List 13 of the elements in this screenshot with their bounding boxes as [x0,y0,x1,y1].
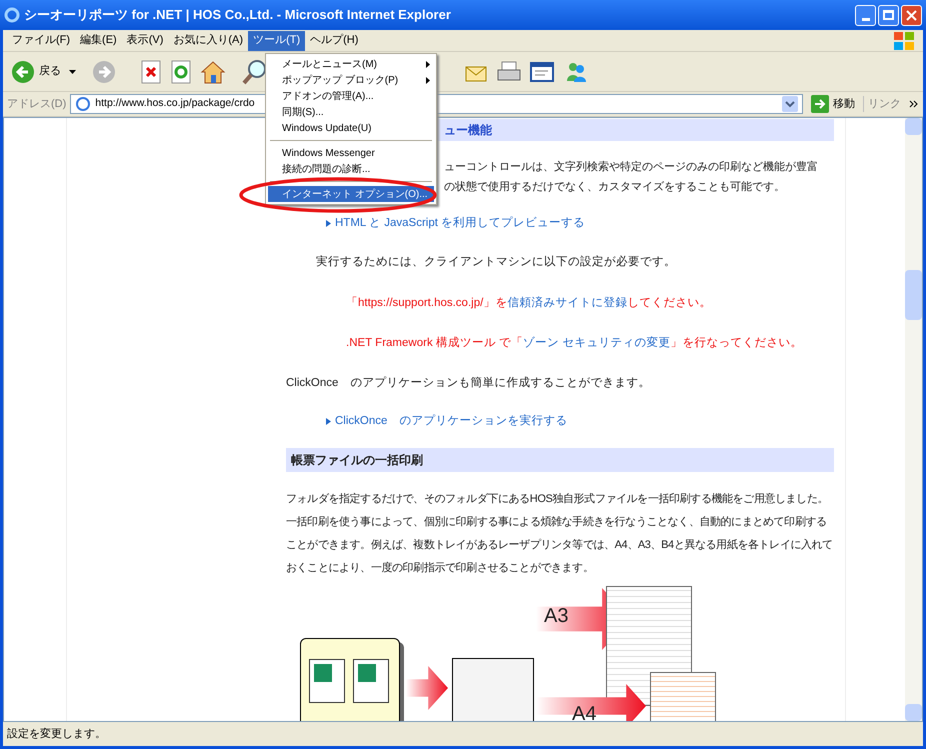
body-text: の状態で使用するだけでなく、カスタマイズをすることも可能です。 [444,180,786,195]
body-text: ClickOnce のアプリケーションも簡単に作成することができます。 [286,375,650,391]
body-text: ューコントロールは、文字列検索や特定のページのみの印刷など機能が豊富 [444,160,818,175]
address-label: アドレス(D) [7,96,66,112]
paper-size-label: A3 [544,606,568,626]
window-title: シーオーリポーツ for .NET | HOS Co.,Ltd. - Microsoft Internet Explorer [24,6,452,24]
body-text: 実行するためには、クライアントマシンに以下の設定が必要です。 [316,254,676,270]
instruction-text: 「https://support.hos.co.jp/」を信頼済みサイトに登録 してください。 [346,296,712,310]
status-text: 設定を変更します。 [7,726,106,742]
instruction-text: .NET Framework 構成ツール で「ゾーン セキュリティの変更」を行なってください。 [346,335,802,351]
section-heading: 帳票ファイルの一括印刷 [286,448,834,472]
body-text: フォルダを指定するだけで、そのフォルダ下にあるHOS独自形式ファイルを一括印刷する機能をご用意しました。一括印刷を使う事によって、個別に印刷する事による煩雑な手続きを行なうことなく、自動的にまとめて印刷することができます。例えば、複数トレイがあるレーザプリンタ等では、A4、A3、B4と異なる用紙を各トレイに入れておくことにより、一度の印刷指示で印刷させることができます。 [286,492,834,576]
paper-size-label: A4 [572,704,596,721]
